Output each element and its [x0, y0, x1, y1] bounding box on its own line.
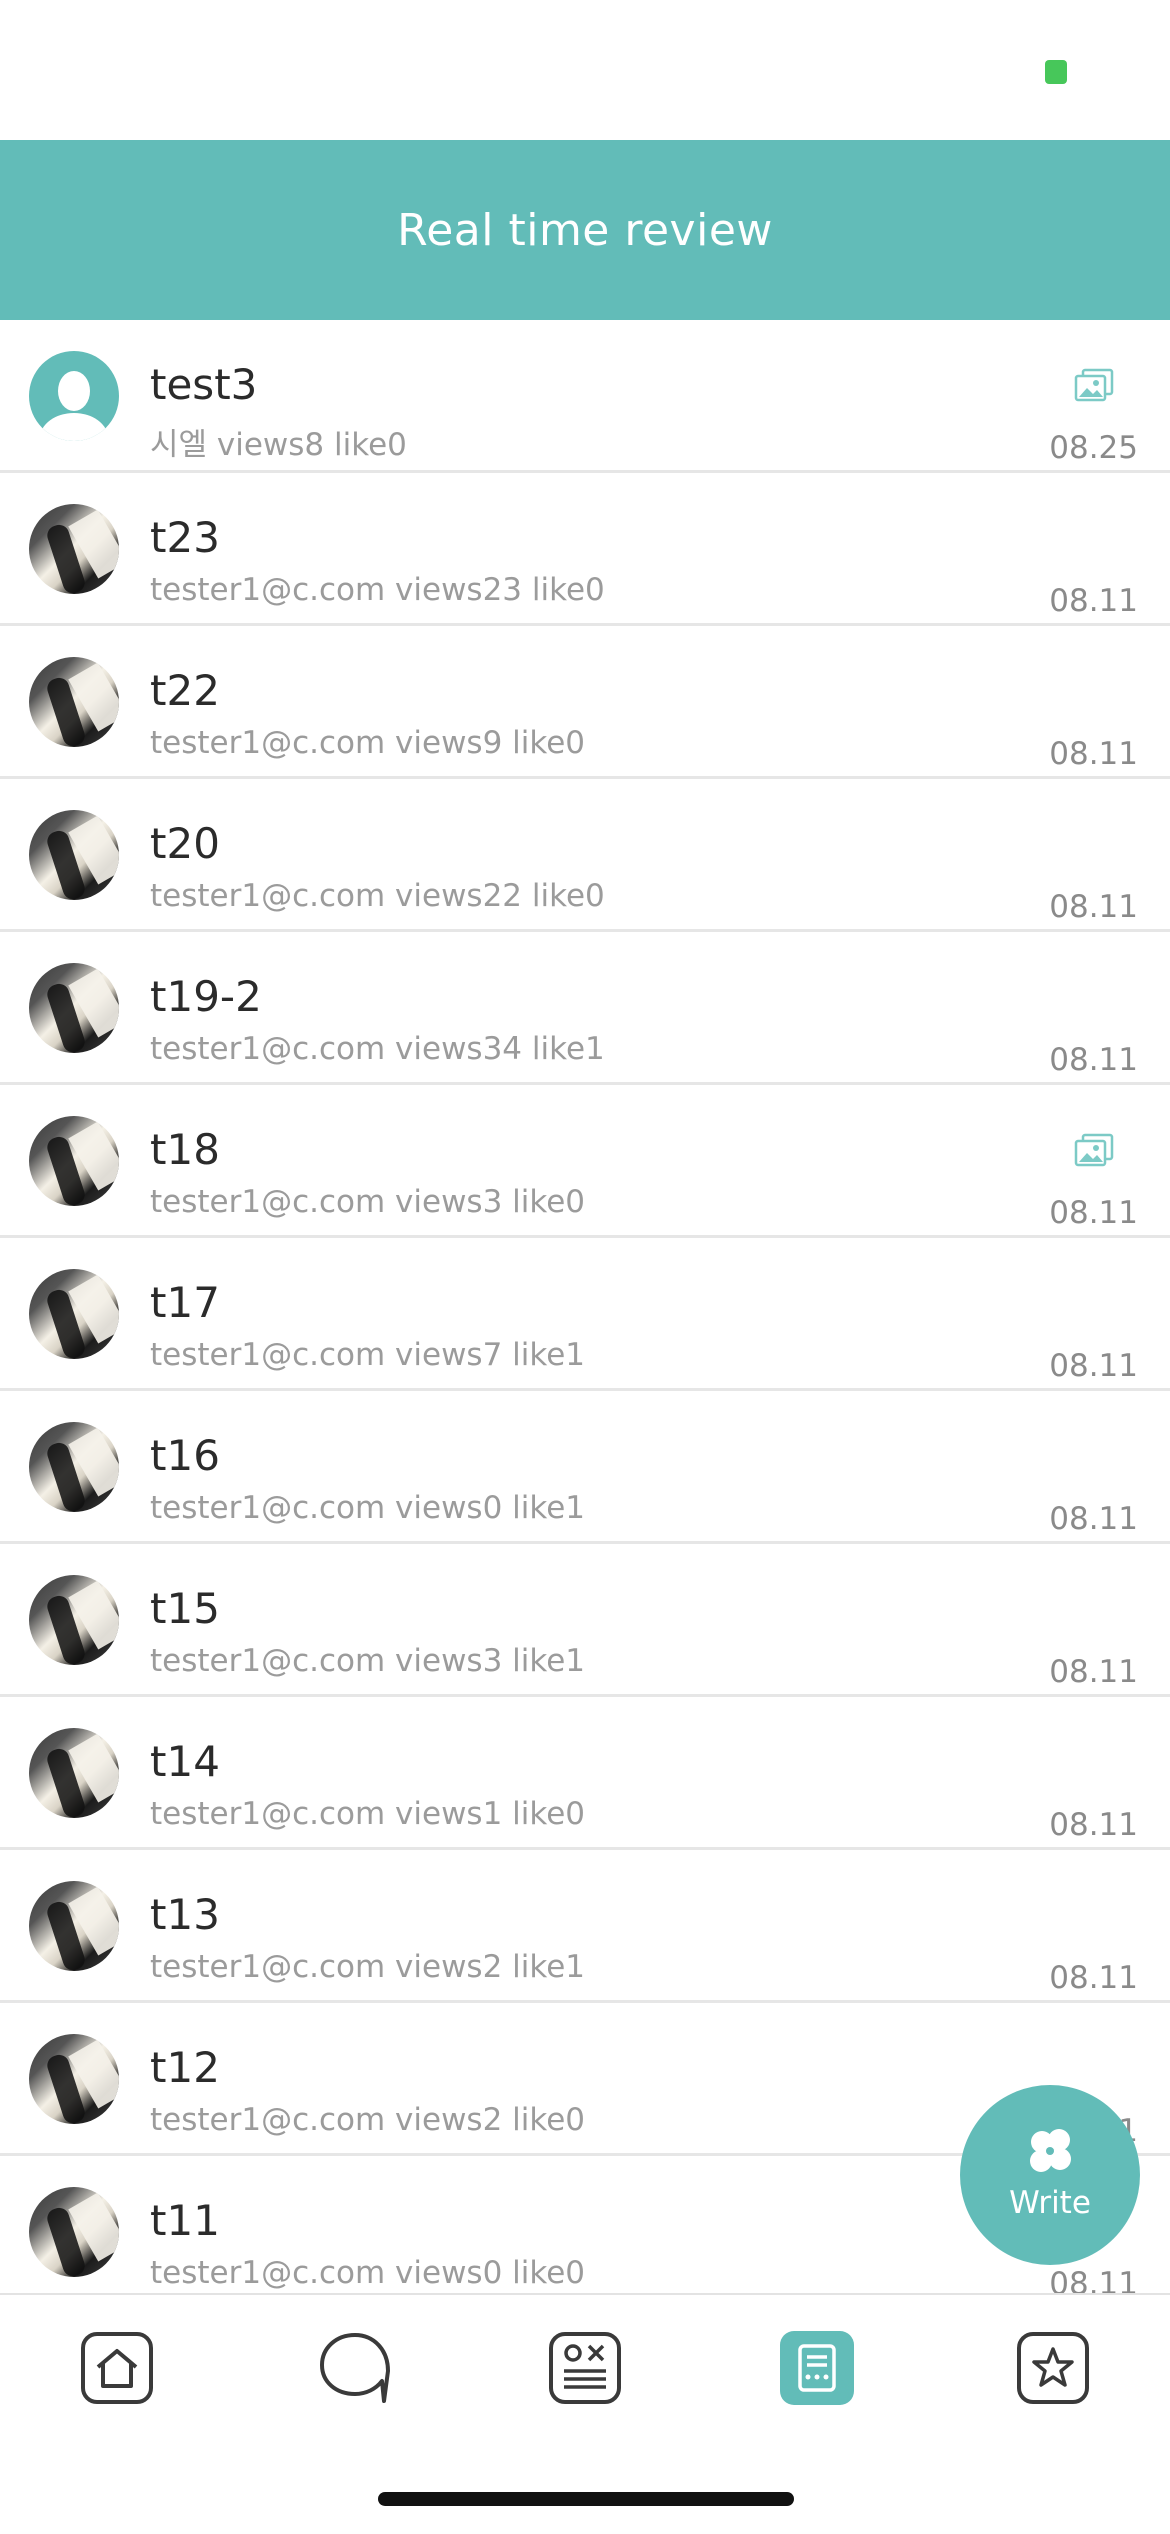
review-meta: tester1@c.com views2 like1: [150, 1949, 586, 1985]
list-item[interactable]: t16 tester1@c.com views0 like1 08.11: [0, 1391, 1170, 1544]
list-item[interactable]: t20 tester1@c.com views22 like0 08.11: [0, 779, 1170, 932]
review-meta: tester1@c.com views0 like0: [150, 2255, 586, 2291]
review-date: 08.11: [1049, 736, 1138, 772]
home-indicator: [378, 2492, 794, 2506]
list-item[interactable]: t14 tester1@c.com views1 like0 08.11: [0, 1697, 1170, 1850]
list-item[interactable]: test3 시엘 views8 like0 08.25: [0, 320, 1170, 473]
review-title: t22: [150, 666, 220, 715]
tab-chat[interactable]: [318, 2331, 392, 2405]
review-meta: tester1@c.com views22 like0: [150, 878, 605, 914]
review-title: t11: [150, 2196, 220, 2245]
list-item[interactable]: t18 tester1@c.com views3 like0 08.11: [0, 1085, 1170, 1238]
avatar: [29, 1269, 119, 1359]
review-meta: tester1@c.com views9 like0: [150, 725, 586, 761]
clover-icon: [1030, 2129, 1071, 2172]
review-title: t17: [150, 1278, 220, 1327]
review-meta: tester1@c.com views7 like1: [150, 1337, 586, 1373]
review-date: 08.11: [1049, 1195, 1138, 1231]
review-date: 08.11: [1049, 889, 1138, 925]
review-date: 08.11: [1049, 1654, 1138, 1690]
list-item[interactable]: t22 tester1@c.com views9 like0 08.11: [0, 626, 1170, 779]
quiz-icon: [549, 2332, 621, 2404]
page-title: Real time review: [397, 204, 773, 256]
review-meta: tester1@c.com views2 like0: [150, 2102, 586, 2138]
chat-bubble-icon: [320, 2333, 390, 2403]
review-date: 08.11: [1049, 1807, 1138, 1843]
list-item[interactable]: t19-2 tester1@c.com views34 like1 08.11: [0, 932, 1170, 1085]
review-date: 08.25: [1049, 430, 1138, 466]
list-item[interactable]: t23 tester1@c.com views23 like0 08.11: [0, 473, 1170, 626]
avatar: [29, 351, 119, 441]
write-button-label: Write: [1009, 2185, 1091, 2221]
review-meta: tester1@c.com views3 like1: [150, 1643, 586, 1679]
avatar: [29, 1881, 119, 1971]
review-title: t15: [150, 1584, 220, 1633]
review-date: 08.11: [1049, 1501, 1138, 1537]
header-bar: Real time review: [0, 140, 1170, 320]
review-date: 08.11: [1049, 2266, 1138, 2293]
avatar: [29, 2034, 119, 2124]
avatar: [29, 963, 119, 1053]
review-title: t12: [150, 2043, 220, 2092]
review-date: 08.11: [1049, 1042, 1138, 1078]
avatar: [29, 1422, 119, 1512]
review-title: t19-2: [150, 972, 262, 1021]
write-button[interactable]: Write: [960, 2085, 1140, 2265]
review-title: test3: [150, 360, 258, 409]
review-title: t16: [150, 1431, 220, 1480]
avatar: [29, 504, 119, 594]
review-date: 08.11: [1049, 1960, 1138, 1996]
tab-favorite[interactable]: [1016, 2331, 1090, 2405]
review-meta: tester1@c.com views3 like0: [150, 1184, 586, 1220]
avatar: [29, 810, 119, 900]
review-meta: tester1@c.com views34 like1: [150, 1031, 605, 1067]
home-icon: [81, 2332, 153, 2404]
review-title: t23: [150, 513, 220, 562]
review-list[interactable]: test3 시엘 views8 like0 08.25 t23 tester1@c.co…: [0, 320, 1170, 2293]
review-meta: tester1@c.com views0 like1: [150, 1490, 586, 1526]
avatar: [29, 1575, 119, 1665]
tab-quiz[interactable]: [548, 2331, 622, 2405]
image-icon: [1074, 1133, 1114, 1167]
status-indicator-icon: [1045, 60, 1067, 84]
status-bar: [0, 0, 1170, 140]
avatar: [29, 657, 119, 747]
review-title: t14: [150, 1737, 220, 1786]
image-icon: [1074, 368, 1114, 402]
list-item[interactable]: t15 tester1@c.com views3 like1 08.11: [0, 1544, 1170, 1697]
review-date: 08.11: [1049, 1348, 1138, 1384]
avatar: [29, 1728, 119, 1818]
list-item[interactable]: t13 tester1@c.com views2 like1 08.11: [0, 1850, 1170, 2003]
avatar: [29, 2187, 119, 2277]
bottom-tab-bar: [0, 2293, 1170, 2534]
review-list-icon: [780, 2331, 854, 2405]
tab-review[interactable]: [780, 2331, 854, 2405]
review-meta: 시엘 views8 like0: [150, 427, 407, 463]
review-title: t13: [150, 1890, 220, 1939]
review-title: t20: [150, 819, 220, 868]
tab-home[interactable]: [80, 2331, 154, 2405]
avatar: [29, 1116, 119, 1206]
list-item[interactable]: t17 tester1@c.com views7 like1 08.11: [0, 1238, 1170, 1391]
review-meta: tester1@c.com views23 like0: [150, 572, 605, 608]
star-icon: [1017, 2332, 1089, 2404]
review-meta: tester1@c.com views1 like0: [150, 1796, 586, 1832]
review-date: 08.11: [1049, 583, 1138, 619]
review-title: t18: [150, 1125, 220, 1174]
